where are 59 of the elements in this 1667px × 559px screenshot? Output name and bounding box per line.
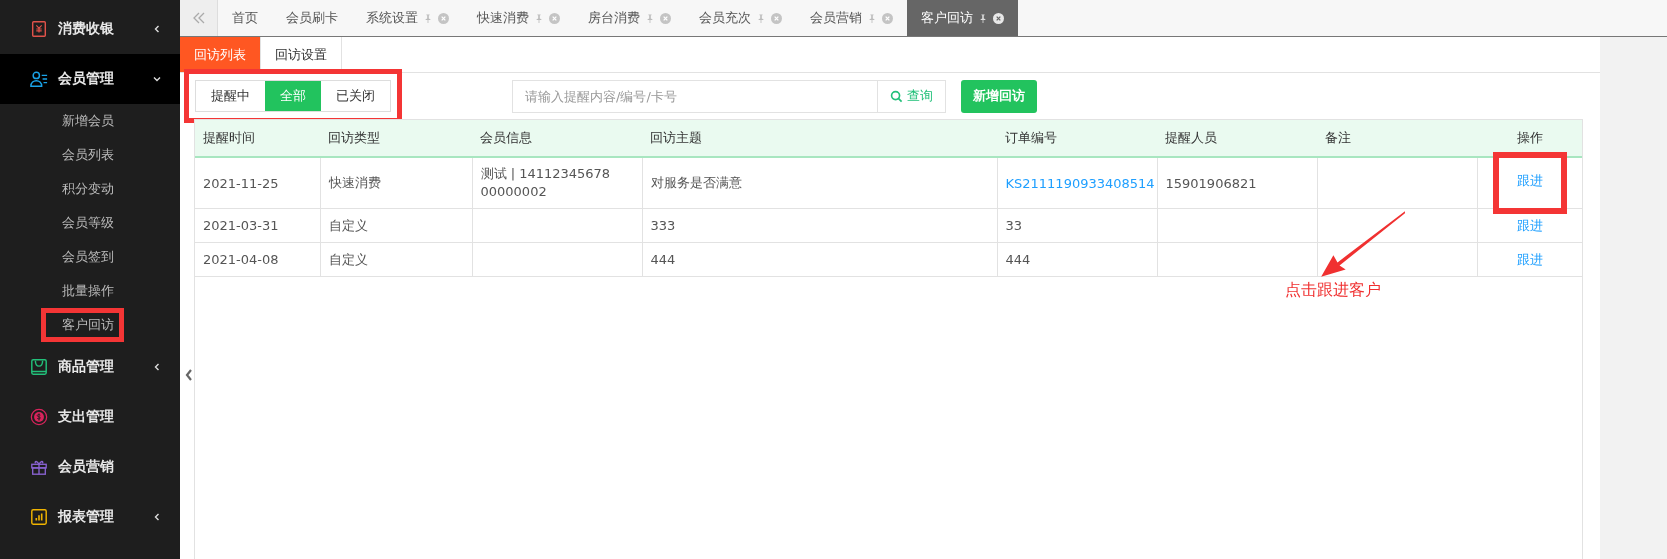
sidebar-item[interactable]: 消费收银	[0, 4, 180, 54]
bag-icon	[30, 358, 48, 376]
chart-icon	[30, 508, 48, 526]
chevron-left-icon	[152, 362, 162, 372]
table-cell: 自定义	[328, 251, 368, 267]
table-cell: 自定义	[328, 217, 368, 233]
table-cell: 对服务是否满意	[650, 175, 742, 190]
sidebar-subitem[interactable]: 会员等级	[62, 214, 114, 232]
sidebar-subitem[interactable]: 新增会员	[62, 112, 114, 130]
sidebar-item[interactable]: 支出管理	[0, 392, 180, 442]
table-cell: 快速消费	[328, 175, 381, 190]
receipt-icon	[30, 20, 48, 38]
scroll-left-button[interactable]	[180, 0, 218, 36]
column-header: 订单编号	[997, 120, 1157, 157]
table-cell: 444	[650, 252, 676, 267]
member-icon	[30, 70, 48, 88]
coin-icon	[30, 408, 48, 426]
table-cell: 2021-04-08	[203, 252, 279, 267]
chevron-left-icon	[152, 512, 162, 522]
sub-tab[interactable]: 回访设置	[261, 37, 342, 72]
column-header: 备注	[1317, 120, 1477, 157]
page-tab[interactable]: 会员刷卡	[272, 0, 352, 36]
page-tab[interactable]: 房台消费	[574, 0, 685, 36]
sidebar-item[interactable]: 会员管理	[0, 54, 180, 104]
sidebar-subitem[interactable]: 会员签到	[62, 248, 114, 266]
sidebar-item[interactable]: 会员营销	[0, 442, 180, 492]
table-cell: 333	[650, 218, 676, 233]
annotation-text: 点击跟进客户	[1285, 280, 1381, 301]
chevron-left-icon	[152, 24, 162, 34]
sidebar-subitem[interactable]: 会员列表	[62, 146, 114, 164]
page-tab[interactable]: 快速消费	[463, 0, 574, 36]
page-tab[interactable]: 客户回访	[907, 0, 1018, 36]
page-tab[interactable]: 会员充次	[685, 0, 796, 36]
page-tab[interactable]: 会员营销	[796, 0, 907, 36]
sidebar-item[interactable]: 报表管理	[0, 492, 180, 542]
table-cell: 15901906821	[1165, 175, 1257, 191]
column-header: 回访主题	[642, 120, 997, 157]
page-tab[interactable]: 首页	[218, 0, 272, 36]
double-chevron-left-icon	[191, 11, 206, 25]
sidebar-subitem[interactable]: 客户回访	[62, 316, 114, 334]
sidebar-subitem[interactable]: 积分变动	[62, 180, 114, 198]
search-field[interactable]: 请输入提醒内容/编号/卡号	[512, 79, 877, 113]
sidebar-item[interactable]: 商品管理	[0, 342, 180, 392]
table-cell: 2021-11-25	[203, 175, 279, 191]
column-header: 提醒人员	[1157, 120, 1317, 157]
collapse-sidebar-icon[interactable]	[184, 367, 194, 383]
sidebar-subitem[interactable]: 批量操作	[62, 282, 114, 300]
table-cell: 2021-03-31	[203, 218, 279, 233]
table-cell: 33	[1005, 218, 1023, 233]
close-icon[interactable]	[993, 12, 1004, 24]
gift-icon	[30, 458, 48, 476]
table-cell: 444	[1005, 252, 1031, 267]
page-tab[interactable]: 系统设置	[352, 0, 463, 36]
search-icon	[890, 89, 903, 103]
chevron-down-icon	[152, 74, 162, 84]
column-header: 回访类型	[320, 120, 472, 157]
column-header: 会员信息	[472, 120, 642, 157]
column-header: 提醒时间	[195, 120, 320, 157]
table-cell-text: 测试 | 14112345678 00000002	[480, 165, 612, 201]
